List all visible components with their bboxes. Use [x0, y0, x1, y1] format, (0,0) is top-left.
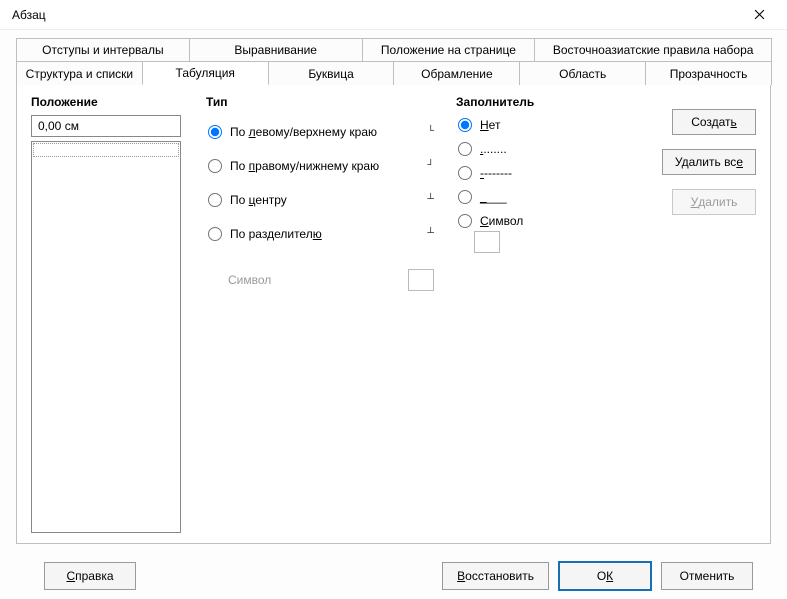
fill-label-dots: ........ [480, 142, 507, 156]
help-button[interactable]: Справка [44, 562, 136, 590]
delete-all-button[interactable]: Удалить все [662, 149, 756, 175]
tab-panel: Положение Тип По левому/верхнему краю └ … [16, 84, 771, 544]
fill-label-underscore: ____ [480, 190, 507, 204]
tab-border[interactable]: Обрамление [393, 61, 520, 85]
tabs: Отступы и интервалы Выравнивание Положен… [16, 38, 771, 544]
tab-area[interactable]: Область [519, 61, 646, 85]
tab-row-2: Структура и списки Табуляция Буквица Обр… [16, 61, 771, 85]
tab-pagepos[interactable]: Положение на странице [362, 38, 536, 62]
create-button[interactable]: Создать [672, 109, 756, 135]
fill-option-underscore[interactable]: ____ [456, 185, 626, 209]
fill-header: Заполнитель [456, 95, 626, 109]
position-header: Положение [31, 95, 206, 109]
type-option-right[interactable]: По правому/нижнему краю ┘ [206, 149, 456, 183]
window-title: Абзац [12, 8, 739, 22]
tab-transparency[interactable]: Прозрачность [645, 61, 772, 85]
type-option-center[interactable]: По центру ┴ [206, 183, 456, 217]
tab-align-left-icon: └ [427, 126, 434, 138]
tab-lists[interactable]: Структура и списки [16, 61, 143, 85]
type-radio-center[interactable] [208, 193, 222, 207]
fill-column: Заполнитель Нет ........ -------- ____ [456, 95, 626, 533]
type-label-center: По центру [230, 193, 287, 207]
tab-row-1: Отступы и интервалы Выравнивание Положен… [16, 38, 771, 62]
type-label-decimal: По разделителю [230, 227, 322, 241]
tab-align-decimal-icon: ┴ [427, 228, 434, 240]
fill-radio-underscore[interactable] [458, 190, 472, 204]
fill-label-dashes: -------- [480, 166, 512, 180]
tab-dropcap[interactable]: Буквица [268, 61, 395, 85]
type-header: Тип [206, 95, 456, 109]
type-option-decimal[interactable]: По разделителю ┴ [206, 217, 456, 251]
fill-option-dots[interactable]: ........ [456, 137, 626, 161]
titlebar: Абзац [0, 0, 787, 30]
type-label-right: По правому/нижнему краю [230, 159, 379, 173]
tab-asian[interactable]: Восточноазиатские правила набора [534, 38, 772, 62]
type-radio-right[interactable] [208, 159, 222, 173]
type-radio-decimal[interactable] [208, 227, 222, 241]
close-button[interactable] [739, 1, 779, 29]
type-label-left: По левому/верхнему краю [230, 125, 377, 139]
fill-radio-dashes[interactable] [458, 166, 472, 180]
position-column: Положение [31, 95, 206, 533]
delete-button: Удалить [672, 189, 756, 215]
fill-symbol-input[interactable] [474, 231, 500, 253]
fill-radio-symbol[interactable] [458, 214, 472, 228]
tab-indents[interactable]: Отступы и интервалы [16, 38, 190, 62]
tab-align-right-icon: ┘ [427, 160, 434, 172]
cancel-button[interactable]: Отменить [661, 562, 753, 590]
restore-button[interactable]: Восстановить [442, 562, 549, 590]
type-option-left[interactable]: По левому/верхнему краю └ [206, 115, 456, 149]
dialog-footer: Справка Восстановить ОК Отменить [16, 544, 771, 590]
fill-label-none: Нет [480, 118, 500, 132]
fill-radio-none[interactable] [458, 118, 472, 132]
fill-option-dashes[interactable]: -------- [456, 161, 626, 185]
type-symbol-label: Символ [228, 273, 271, 287]
type-symbol-row: Символ [206, 269, 456, 291]
type-radio-left[interactable] [208, 125, 222, 139]
tab-align[interactable]: Выравнивание [189, 38, 363, 62]
position-input[interactable] [31, 115, 181, 137]
type-column: Тип По левому/верхнему краю └ По правому… [206, 95, 456, 533]
tab-tabulation[interactable]: Табуляция [142, 61, 269, 85]
position-list-item[interactable] [33, 143, 179, 157]
fill-radio-dots[interactable] [458, 142, 472, 156]
close-icon [754, 9, 765, 20]
ok-button[interactable]: ОК [559, 562, 651, 590]
fill-label-symbol: Символ [480, 214, 523, 228]
side-buttons: Создать Удалить все Удалить [626, 95, 756, 533]
type-symbol-input[interactable] [408, 269, 434, 291]
fill-option-none[interactable]: Нет [456, 113, 626, 137]
position-list[interactable] [31, 141, 181, 533]
tab-align-center-icon: ┴ [427, 194, 434, 206]
dialog-body: Отступы и интервалы Выравнивание Положен… [0, 30, 787, 599]
fill-option-symbol[interactable]: Символ [456, 209, 626, 233]
